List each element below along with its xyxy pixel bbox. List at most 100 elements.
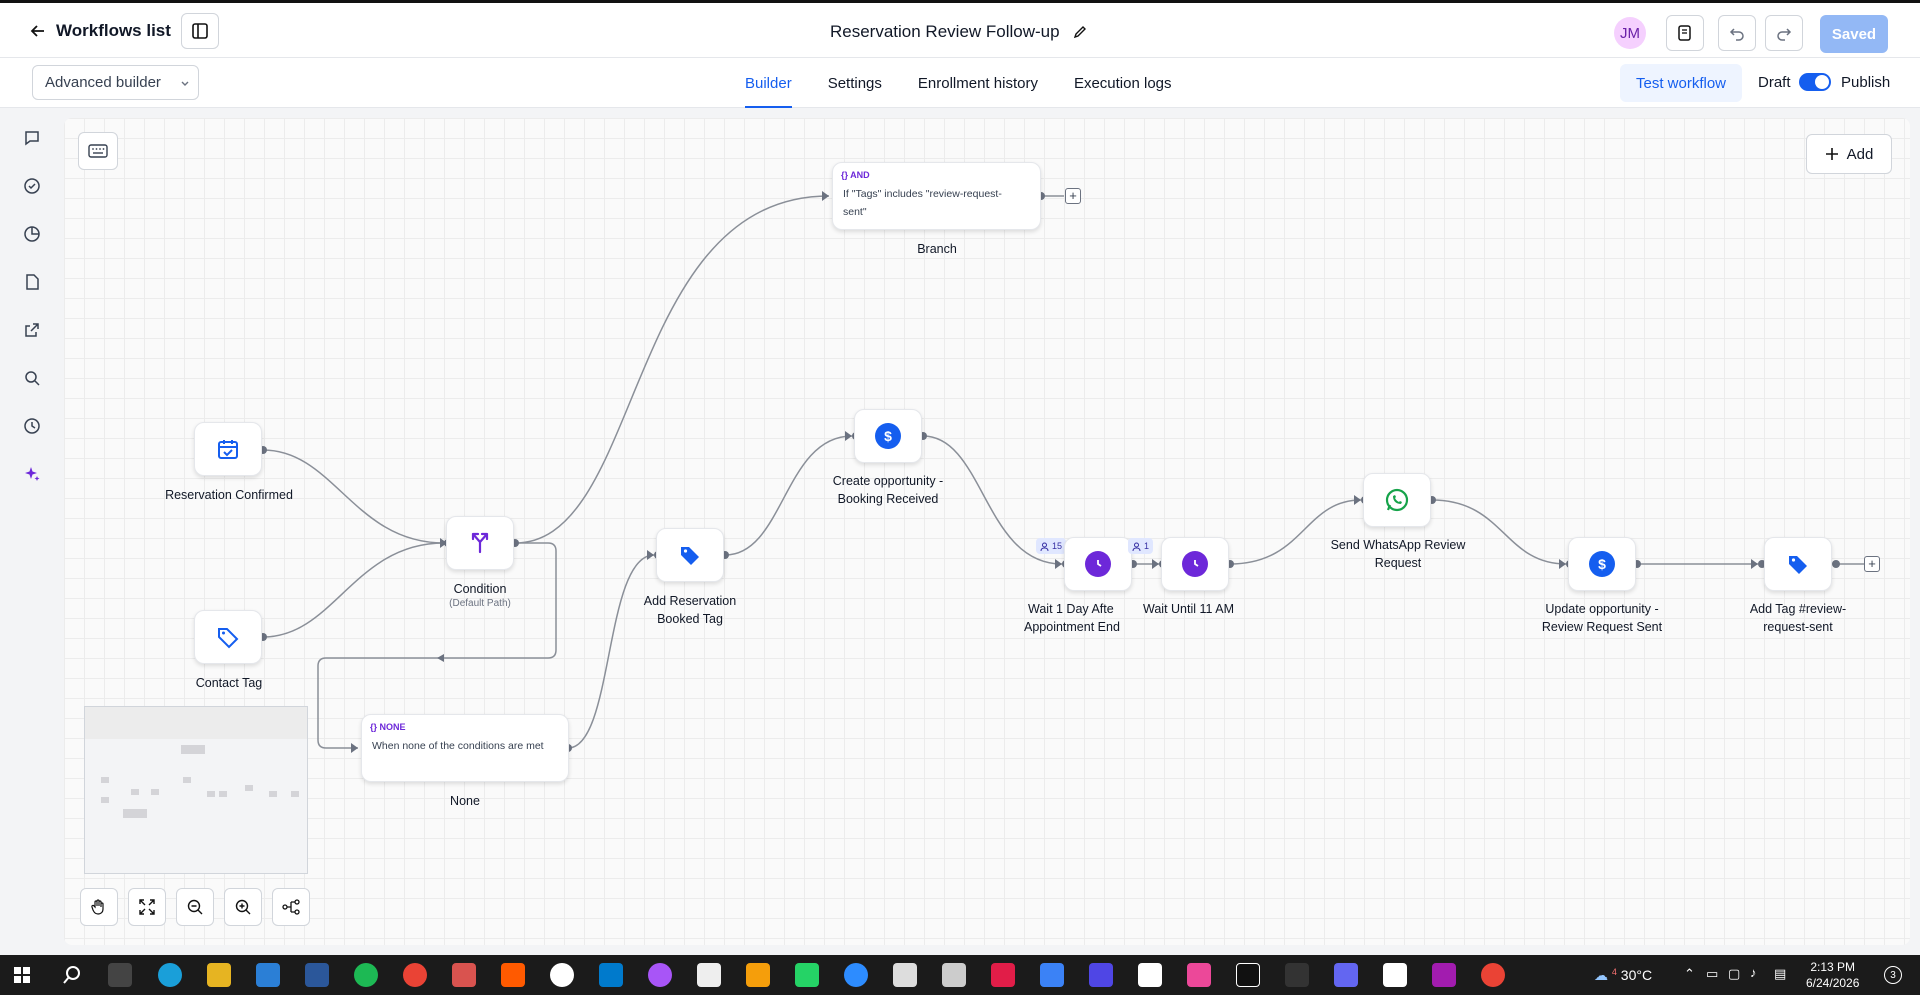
- app-icon[interactable]: [501, 963, 525, 987]
- network-icon[interactable]: ▭: [1706, 966, 1718, 982]
- dollar-icon: $: [875, 423, 901, 449]
- volume-icon[interactable]: ♪: [1750, 965, 1757, 980]
- action-add-reservation-tag[interactable]: [656, 528, 724, 582]
- whatsapp-taskbar-icon[interactable]: [795, 963, 819, 987]
- minimap-block: [101, 777, 109, 783]
- action-wait-1-day[interactable]: [1064, 537, 1132, 591]
- action-create-opportunity[interactable]: $: [854, 409, 922, 463]
- app-icon[interactable]: [1432, 963, 1456, 987]
- add-tag-label: Add Tag #review- request-sent: [1749, 602, 1847, 634]
- trigger-reservation-confirmed[interactable]: [194, 422, 262, 476]
- sidebar-toggle-button[interactable]: [181, 13, 219, 49]
- notes-button[interactable]: [1666, 15, 1704, 51]
- chevron-up-icon[interactable]: ⌃: [1684, 966, 1695, 982]
- display-icon[interactable]: ▢: [1728, 966, 1740, 982]
- chat-icon[interactable]: [22, 128, 42, 148]
- action-send-whatsapp[interactable]: [1363, 473, 1431, 527]
- trigger-contact-tag[interactable]: [194, 610, 262, 664]
- taskbar-clock[interactable]: 2:13 PM 6/24/2026: [1806, 959, 1859, 991]
- chrome-icon[interactable]: [403, 963, 427, 987]
- workflow-title: Reservation Review Follow-up: [830, 22, 1088, 42]
- user-avatar[interactable]: JM: [1614, 17, 1646, 49]
- edge-browser-icon[interactable]: [158, 963, 182, 987]
- minimap-block: [207, 791, 215, 797]
- app-icon[interactable]: [1138, 963, 1162, 987]
- minimap-block: [101, 797, 109, 803]
- pan-hand-button[interactable]: [80, 888, 118, 926]
- send-whatsapp-label: Send WhatsApp Review Request: [1330, 538, 1466, 570]
- word-icon[interactable]: [305, 963, 329, 987]
- app-icon[interactable]: [746, 963, 770, 987]
- task-view-icon[interactable]: [108, 963, 132, 987]
- cloud-icon: ☁: [1594, 967, 1608, 983]
- keyboard-shortcuts-button[interactable]: [78, 132, 118, 170]
- app-icon[interactable]: [893, 963, 917, 987]
- external-link-icon[interactable]: [22, 320, 42, 340]
- app-icon[interactable]: [452, 963, 476, 987]
- zoom-out-button[interactable]: [176, 888, 214, 926]
- app-icon[interactable]: [1334, 963, 1358, 987]
- vscode-icon[interactable]: [599, 963, 623, 987]
- app-icon[interactable]: [991, 963, 1015, 987]
- add-node-button[interactable]: Add: [1806, 134, 1892, 174]
- back-to-workflows-link[interactable]: Workflows list: [30, 21, 171, 41]
- publish-toggle[interactable]: [1799, 73, 1831, 91]
- app-icon[interactable]: [1187, 963, 1211, 987]
- github-icon[interactable]: [550, 963, 574, 987]
- zoom-app-icon[interactable]: [844, 963, 868, 987]
- tab-builder[interactable]: Builder: [745, 58, 792, 108]
- zoom-in-icon: [235, 899, 251, 915]
- app-icon[interactable]: [1040, 963, 1064, 987]
- action-update-opportunity[interactable]: $: [1568, 537, 1636, 591]
- history-icon[interactable]: [22, 416, 42, 436]
- condition-node[interactable]: [446, 516, 514, 570]
- saved-button[interactable]: Saved: [1820, 15, 1888, 53]
- test-workflow-button[interactable]: Test workflow: [1620, 64, 1742, 102]
- pie-chart-icon[interactable]: [22, 224, 42, 244]
- notification-count[interactable]: 3: [1884, 966, 1902, 984]
- chrome-icon[interactable]: [1481, 963, 1505, 987]
- action-wait-until-11am[interactable]: [1161, 537, 1229, 591]
- keyboard-tray-icon[interactable]: ▤: [1774, 966, 1786, 982]
- file-explorer-icon[interactable]: [207, 963, 231, 987]
- add-label: Add: [1846, 145, 1874, 163]
- chevron-down-icon: [181, 81, 189, 86]
- tab-execution-logs[interactable]: Execution logs: [1074, 58, 1172, 108]
- tab-enrollment-history[interactable]: Enrollment history: [918, 58, 1038, 108]
- ai-sparkle-icon[interactable]: [22, 464, 42, 484]
- windows-start-icon[interactable]: [14, 967, 30, 983]
- builder-mode-select[interactable]: Advanced builder: [32, 65, 199, 100]
- plus-icon: [1825, 148, 1838, 160]
- app-icon[interactable]: [1383, 963, 1407, 987]
- store-icon[interactable]: [256, 963, 280, 987]
- undo-button[interactable]: [1718, 15, 1756, 51]
- app-icon[interactable]: [942, 963, 966, 987]
- action-add-tag-review-sent[interactable]: [1764, 537, 1832, 591]
- app-icon[interactable]: [1089, 963, 1113, 987]
- app-icon[interactable]: [648, 963, 672, 987]
- app-icon[interactable]: [1236, 963, 1260, 987]
- pencil-icon[interactable]: [1072, 24, 1088, 40]
- draft-label: Draft: [1758, 74, 1791, 91]
- add-after-branch-button[interactable]: +: [1065, 188, 1081, 204]
- search-icon[interactable]: [22, 368, 42, 388]
- workflow-canvas[interactable]: Add {} AND If "Tags" includes "review-re…: [64, 118, 1910, 945]
- tab-settings[interactable]: Settings: [828, 58, 882, 108]
- none-condition-card[interactable]: {} NONE When none of the conditions are …: [361, 714, 569, 782]
- app-icon[interactable]: [697, 963, 721, 987]
- check-circle-icon[interactable]: [22, 176, 42, 196]
- file-icon[interactable]: [22, 272, 42, 292]
- app-icon[interactable]: [1285, 963, 1309, 987]
- redo-button[interactable]: [1765, 15, 1803, 51]
- update-opportunity-label: Update opportunity - Review Request Sent: [1541, 602, 1663, 634]
- spotify-icon[interactable]: [354, 963, 378, 987]
- taskbar-search-icon[interactable]: [62, 965, 82, 985]
- zoom-in-button[interactable]: [224, 888, 262, 926]
- fit-view-button[interactable]: [128, 888, 166, 926]
- weather-widget[interactable]: ☁ 4 30°C: [1594, 967, 1652, 984]
- add-after-add-tag-button[interactable]: +: [1864, 556, 1880, 572]
- canvas-minimap[interactable]: [84, 706, 308, 874]
- keyboard-icon: [88, 144, 108, 158]
- auto-layout-button[interactable]: [272, 888, 310, 926]
- branch-condition-card[interactable]: {} AND If "Tags" includes "review-reques…: [832, 162, 1041, 230]
